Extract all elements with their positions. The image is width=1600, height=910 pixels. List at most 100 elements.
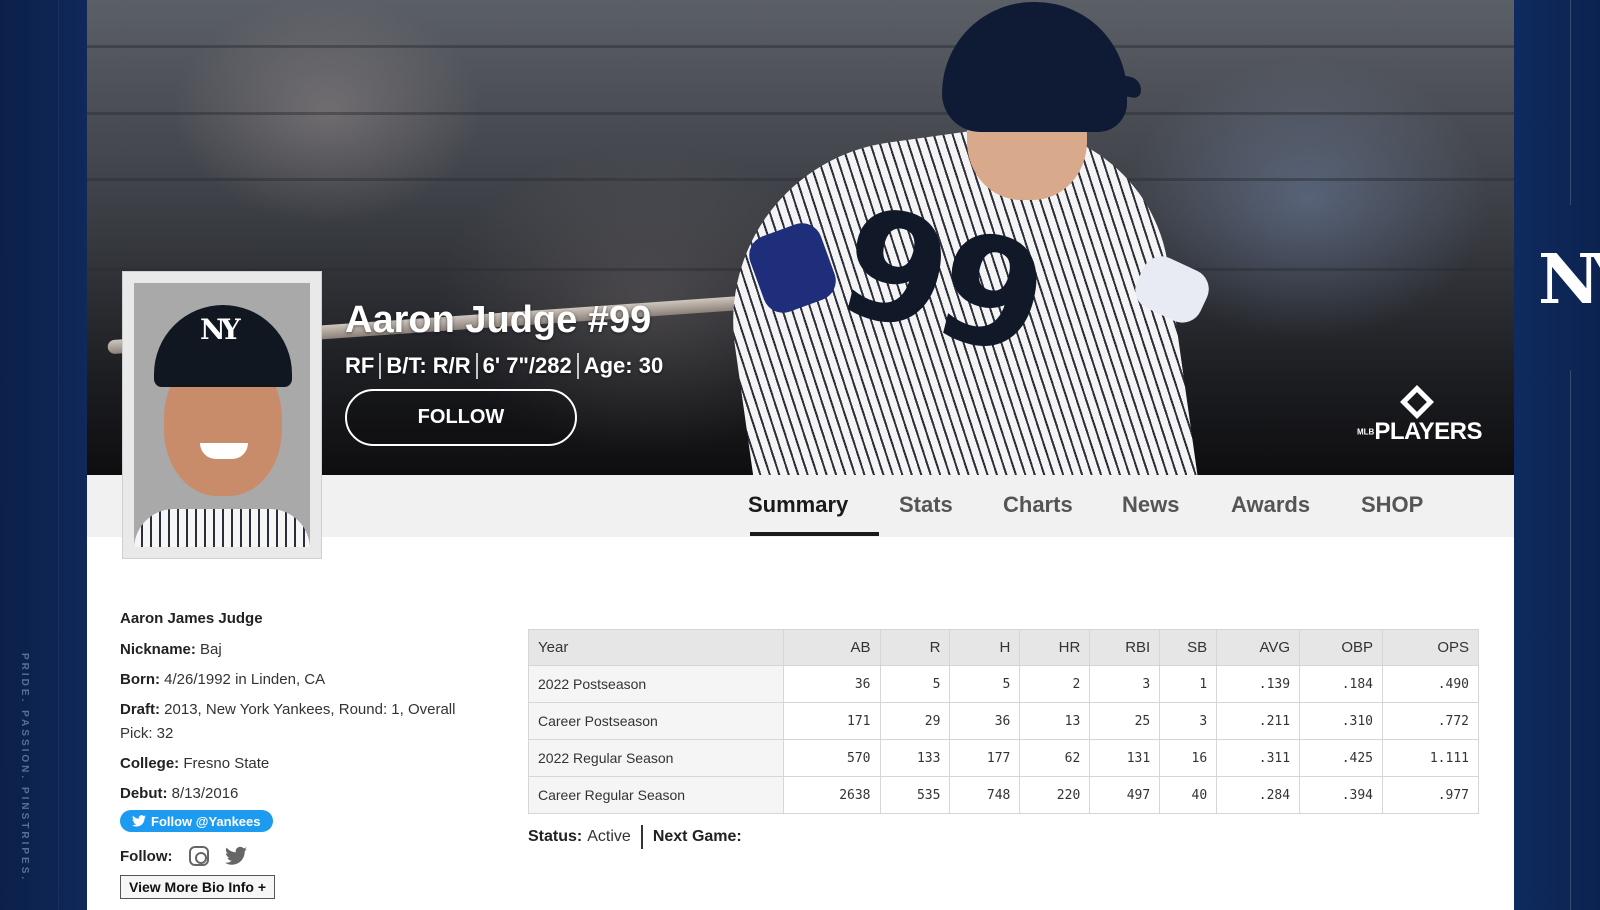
stat-cell: 40 [1159,776,1218,814]
tab-stats[interactable]: Stats [899,492,953,518]
column-header: AVG [1216,629,1301,666]
mlb-players-logo: MLBPLAYERS [1357,385,1482,450]
stat-cell: 220 [1019,776,1091,814]
bio-born: Born: 4/26/1992 in Linden, CA [120,668,490,692]
status-row: Status: Active Next Game: [528,825,747,849]
stat-cell: 535 [879,776,951,814]
bio-draft-value: 2013, New York Yankees, Round: 1, Overal… [120,701,456,742]
stat-cell: 2 [1019,665,1091,703]
bio-born-value: 4/26/1992 in Linden, CA [164,671,326,688]
twitter-follow-label: Follow @Yankees [151,813,261,829]
twitter-bird-icon [132,815,146,827]
stat-cell: 1.111 [1382,739,1479,777]
twitter-follow-button[interactable]: Follow @Yankees [120,810,273,832]
left-gutter: PRIDE. PASSION. PINSTRIPES. [0,0,87,910]
status-value: Active [587,828,631,845]
stat-cell: 497 [1089,776,1161,814]
gutter-divider [58,0,59,910]
table-row: Career Regular Season 2638 535 748 220 4… [528,776,1479,814]
stat-cell: 2638 [782,776,881,814]
player-age: Age: 30 [583,353,664,378]
player-headshot: NY [134,283,310,547]
stat-cell: .425 [1299,739,1384,777]
stat-cell: 3 [1089,665,1161,703]
tab-shop[interactable]: SHOP [1361,492,1423,518]
stat-cell: 25 [1089,702,1161,740]
column-header: OBP [1299,629,1384,666]
bio-debut: Debut: 8/13/2016 [120,782,490,806]
stat-cell: .772 [1382,702,1479,740]
column-header: R [879,629,951,666]
instagram-icon[interactable] [188,846,209,866]
stat-cell: 3 [1159,702,1218,740]
table-row: Career Postseason 171 29 36 13 25 3 .211… [528,702,1479,740]
stat-cell: Career Regular Season [528,776,784,814]
stat-cell: .977 [1382,776,1479,814]
meta-separator [576,353,579,379]
column-header: SB [1159,629,1218,666]
headshot-jersey [134,509,310,547]
mlb-players-logo-text: PLAYERS [1374,418,1482,445]
bio-college-label: College: [120,755,180,772]
stat-cell: .284 [1216,776,1301,814]
bio-nickname-value: Baj [200,641,222,658]
tab-news[interactable]: News [1122,492,1179,518]
stat-cell: .139 [1216,665,1301,703]
stat-cell: 171 [782,702,881,740]
bio-college: College: Fresno State [120,752,490,776]
stat-cell: .211 [1216,702,1301,740]
bio-nickname: Nickname: Baj [120,638,490,662]
bio-panel: Aaron James Judge Nickname: Baj Born: 4/… [120,609,490,812]
column-header: RBI [1089,629,1161,666]
gutter-divider-top [1570,0,1571,205]
follow-label: Follow: [120,847,173,865]
view-more-bio-button[interactable]: View More Bio Info + [120,875,276,899]
stat-cell: 133 [879,739,951,777]
player-name: Aaron Judge #99 [345,299,652,341]
meta-separator [379,353,382,379]
stat-cell: 16 [1159,739,1218,777]
tab-awards[interactable]: Awards [1231,492,1310,518]
column-header: H [949,629,1021,666]
stat-cell: 29 [879,702,951,740]
bio-born-label: Born: [120,671,160,688]
column-header: Year [528,629,784,666]
stat-cell: 5 [949,665,1021,703]
bio-draft-label: Draft: [120,701,160,718]
social-follow: Follow: [120,846,247,866]
stat-cell: .310 [1299,702,1384,740]
stats-summary-table: Year AB R H HR RBI SB AVG OBP OPS 2022 P… [528,629,1479,814]
stat-cell: 177 [949,739,1021,777]
stat-cell: 36 [782,665,881,703]
stat-cell: 62 [1019,739,1091,777]
stat-cell: 2022 Regular Season [528,739,784,777]
stat-cell: 2022 Postseason [528,665,784,703]
next-game-label: Next Game: [652,828,742,845]
stands-rail [87,45,1514,48]
stat-cell: 5 [879,665,951,703]
tab-charts[interactable]: Charts [1003,492,1073,518]
stat-cell: .311 [1216,739,1301,777]
stands-rail [87,112,1514,115]
table-row: 2022 Regular Season 570 133 177 62 131 1… [528,739,1479,777]
player-height-weight: 6' 7"/282 [482,353,572,378]
stat-cell: .394 [1299,776,1384,814]
player-bats-throws: B/T: R/R [386,353,471,378]
table-row: 2022 Postseason 36 5 5 2 3 1 .139 .184 .… [528,665,1479,703]
tagline: PRIDE. PASSION. PINSTRIPES. [19,653,30,883]
gutter-divider-bottom [1570,370,1571,910]
active-tab-indicator [750,532,879,536]
player-page: 99 MLBPLAYERS Aaron Judge #99 RF B/T: R/… [87,0,1514,910]
stat-cell: 748 [949,776,1021,814]
twitter-icon[interactable] [224,846,247,866]
status-label: Status: [528,828,583,845]
player-meta: RF B/T: R/R 6' 7"/282 Age: 30 [345,353,663,379]
stat-cell: 13 [1019,702,1091,740]
cap-logo: NY [200,313,241,346]
follow-button[interactable]: FOLLOW [345,389,577,446]
stat-cell: 131 [1089,739,1161,777]
stat-cell: .490 [1382,665,1479,703]
tab-summary[interactable]: Summary [748,492,848,518]
diamond-icon [1400,385,1434,419]
batter-helmet [942,2,1127,132]
